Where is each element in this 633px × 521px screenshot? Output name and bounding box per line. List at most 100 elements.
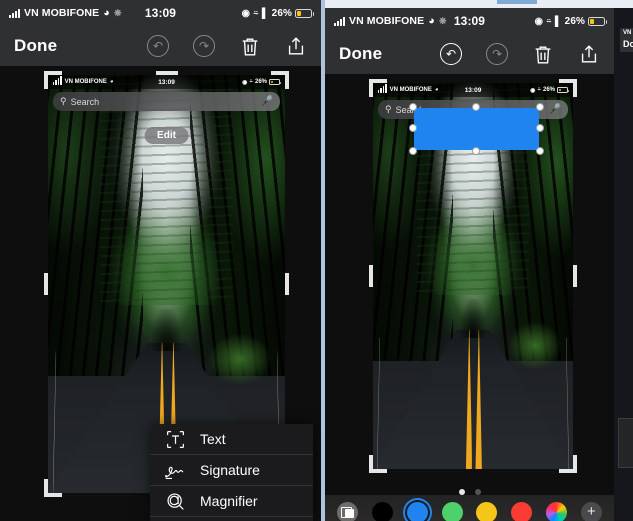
nested-orientation-lock-icon: ◉: [242, 79, 248, 86]
battery-percent-label: 26%: [564, 15, 585, 27]
cellular-signal-icon: [334, 16, 345, 26]
crop-handle-bottom-right[interactable]: [573, 455, 577, 473]
undo-icon[interactable]: ↶: [440, 43, 462, 65]
done-button[interactable]: Done: [339, 44, 382, 64]
crop-handle-right[interactable]: [573, 265, 577, 287]
wifi-icon: ◕: [428, 14, 435, 27]
status-bar-left: VN MOBIFONE ◕ ❋ 13:09 ◉ ⍨ ▌ 26%: [0, 0, 321, 26]
menu-item-label: Text: [200, 431, 226, 447]
crop-handle-bottom-left[interactable]: [369, 455, 373, 473]
nested-battery-icon: [269, 79, 281, 85]
redo-icon[interactable]: ↷: [193, 35, 215, 57]
resize-handle-bottom-center[interactable]: [471, 147, 480, 155]
redo-icon[interactable]: ↷: [486, 43, 508, 65]
microphone-icon[interactable]: 🎤: [549, 104, 561, 115]
markup-tool-menu[interactable]: Text Signature Magnifier: [150, 424, 313, 521]
add-color-swatch[interactable]: +: [580, 501, 602, 521]
wifi-icon: ◕: [103, 6, 110, 19]
nested-headphones-icon: ⍨: [537, 86, 541, 93]
resize-handle-bottom-left[interactable]: [409, 147, 417, 155]
battery-percent-label: 26%: [271, 7, 292, 19]
green-swatch[interactable]: [441, 501, 463, 521]
partial-done-button[interactable]: Do: [623, 39, 633, 49]
crop-handle-bottom-left[interactable]: [44, 479, 48, 497]
orientation-lock-icon: ◉: [534, 15, 544, 27]
menu-item-label: Magnifier: [200, 493, 258, 509]
crop-handle-top-right[interactable]: [573, 79, 577, 97]
resize-handle-top-center[interactable]: [471, 103, 480, 111]
partial-screenshot-thumb[interactable]: [618, 418, 633, 468]
yellow-swatch[interactable]: [476, 501, 498, 521]
nested-status-bar-left: VN MOBIFONE ◕ 13:09 ◉ ⍨ 26%: [48, 75, 285, 89]
resize-handle-bottom-right[interactable]: [536, 147, 544, 155]
nested-battery-percent-label: 26%: [542, 87, 555, 93]
markup-toolbar-left: Done ↶ ↷: [0, 26, 321, 66]
background-window-tab: [497, 0, 537, 4]
partial-toolbar: VN Do: [620, 28, 633, 52]
rectangle-annotation[interactable]: [409, 103, 544, 155]
phone-panel-left: VN MOBIFONE ◕ ❋ 13:09 ◉ ⍨ ▌ 26% Done ↶ ↷: [0, 0, 321, 521]
share-icon[interactable]: [285, 35, 307, 58]
signature-icon: [164, 460, 187, 481]
nested-battery-percent-label: 26%: [254, 79, 267, 85]
menu-item-signature[interactable]: Signature: [150, 455, 313, 486]
trash-icon[interactable]: [239, 35, 261, 58]
opacity-swatch[interactable]: [337, 501, 358, 521]
headphones-icon: ⍨: [546, 15, 552, 27]
resize-handle-middle-left[interactable]: [409, 124, 417, 132]
crop-handle-left[interactable]: [369, 265, 373, 287]
battery-icon: [588, 16, 607, 26]
nested-wifi-icon: ◕: [434, 87, 439, 93]
markup-canvas-middle[interactable]: VN MOBIFONE ◕ 13:09 ◉ ⍨ 26% ⚲ Search 🎤: [325, 74, 614, 521]
carrier-label: VN MOBIFONE: [349, 15, 425, 27]
cellular-signal-icon: [9, 8, 20, 18]
nested-cellular-signal-icon: [53, 76, 62, 85]
crop-handle-right[interactable]: [285, 273, 289, 295]
screenshot-root: VN MOBIFONE ◕ ❋ 13:09 ◉ ⍨ ▌ 26% Done ↶ ↷: [0, 0, 633, 521]
edit-button[interactable]: Edit: [144, 127, 189, 144]
resize-handle-top-right[interactable]: [536, 103, 544, 111]
crop-handle-top[interactable]: [155, 71, 178, 75]
menu-item-opacity[interactable]: Opacity: [150, 517, 313, 521]
bluetooth-icon: ❋: [113, 7, 122, 18]
microphone-icon[interactable]: 🎤: [261, 96, 273, 107]
crop-handle-top-right[interactable]: [285, 71, 289, 89]
trash-icon[interactable]: [532, 43, 554, 66]
status-bar-middle: VN MOBIFONE ◕ ❋ 13:09 ◉ ⍨ ▌ 26%: [325, 8, 614, 34]
crop-handle-top-left[interactable]: [369, 79, 373, 97]
alarm-icon: ▌: [261, 7, 269, 19]
headphones-icon: ⍨: [253, 7, 259, 19]
markup-toolbar-middle: Done ↶ ↷: [325, 34, 614, 74]
undo-icon[interactable]: ↶: [147, 35, 169, 57]
text-box-icon: [164, 429, 187, 450]
rainbow-swatch[interactable]: [546, 501, 568, 521]
nested-wifi-icon: ◕: [109, 79, 114, 85]
black-swatch[interactable]: [371, 501, 393, 521]
battery-icon: [295, 8, 314, 18]
markup-canvas-left[interactable]: VN MOBIFONE ◕ 13:09 ◉ ⍨ 26% ⚲ Search 🎤 E…: [0, 66, 321, 521]
resize-handle-top-left[interactable]: [409, 103, 417, 111]
done-button[interactable]: Done: [14, 36, 57, 56]
search-icon: ⚲: [60, 96, 67, 106]
color-palette[interactable]: +: [325, 495, 614, 521]
crop-handle-top-left[interactable]: [44, 71, 48, 89]
resize-handle-middle-right[interactable]: [536, 124, 544, 132]
phone-panel-right-partial: VN Do: [614, 8, 633, 521]
nested-orientation-lock-icon: ◉: [530, 87, 536, 94]
nested-cellular-signal-icon: [378, 84, 387, 93]
search-icon: ⚲: [385, 104, 392, 114]
nested-headphones-icon: ⍨: [249, 78, 253, 85]
share-icon[interactable]: [578, 43, 600, 66]
bluetooth-icon: ❋: [438, 15, 447, 26]
alarm-icon: ▌: [554, 15, 562, 27]
phone-panel-middle: VN MOBIFONE ◕ ❋ 13:09 ◉ ⍨ ▌ 26% Done ↶ ↷: [325, 8, 614, 521]
carrier-label: VN MOBIFONE: [24, 7, 100, 19]
nested-carrier-label: VN MOBIFONE: [389, 87, 432, 93]
nested-search-field[interactable]: ⚲ Search 🎤: [53, 92, 280, 111]
blue-swatch[interactable]: [406, 501, 428, 521]
orientation-lock-icon: ◉: [241, 7, 251, 19]
menu-item-text[interactable]: Text: [150, 424, 313, 455]
red-swatch[interactable]: [511, 501, 533, 521]
menu-item-magnifier[interactable]: Magnifier: [150, 486, 313, 517]
crop-handle-left[interactable]: [44, 273, 48, 295]
